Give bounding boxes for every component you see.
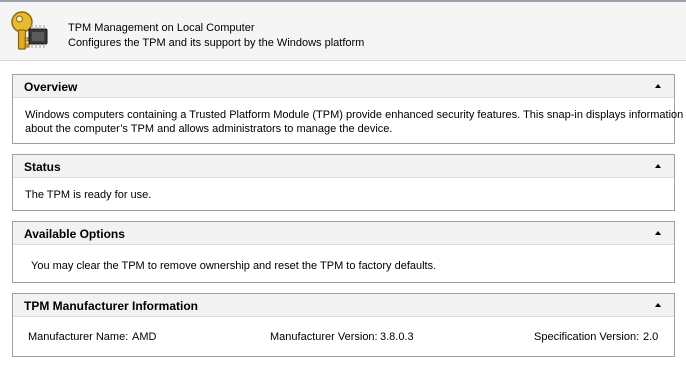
overview-section: Overview Windows computers containing a …: [12, 74, 683, 144]
snapin-header: TPM Management on Local Computer Configu…: [0, 2, 686, 61]
status-section-header[interactable]: Status: [13, 155, 674, 178]
manufacturer-version-value: 3.8.0.3: [380, 331, 414, 343]
manufacturer-info-collapse-button[interactable]: [651, 299, 665, 311]
overview-section-title: Overview: [24, 80, 78, 94]
manufacturer-info-section: TPM Manufacturer Information Manufacture…: [12, 293, 675, 357]
chevron-up-icon: [655, 303, 661, 307]
available-options-section-header[interactable]: Available Options: [13, 222, 674, 245]
manufacturer-name-label: Manufacturer Name:: [28, 331, 129, 343]
overview-collapse-button[interactable]: [651, 80, 665, 92]
available-options-collapse-button[interactable]: [651, 227, 665, 239]
status-collapse-button[interactable]: [651, 160, 665, 172]
specification-version-label: Specification Version:: [534, 331, 640, 343]
manufacturer-info-section-header[interactable]: TPM Manufacturer Information: [13, 294, 674, 317]
tpm-status-text: The TPM is ready for use.: [25, 189, 152, 201]
chevron-up-icon: [655, 164, 661, 168]
manufacturer-info-section-title: TPM Manufacturer Information: [24, 299, 199, 313]
status-section-title: Status: [24, 160, 61, 174]
overview-text-line-1: Windows computers containing a Trusted P…: [25, 109, 684, 121]
available-options-section-title: Available Options: [24, 227, 125, 241]
status-section: Status The TPM is ready for use.: [12, 154, 675, 211]
chevron-up-icon: [655, 231, 661, 235]
snapin-subtitle: Configures the TPM and its support by th…: [68, 37, 365, 49]
available-options-section: Available Options You may clear the TPM …: [12, 221, 675, 283]
tpm-key-chip-icon: [10, 9, 50, 51]
snapin-title: TPM Management on Local Computer: [68, 22, 255, 34]
overview-section-header[interactable]: Overview: [13, 75, 674, 98]
clear-tpm-option-text: You may clear the TPM to remove ownershi…: [31, 260, 437, 272]
specification-version-value: 2.0: [643, 331, 659, 343]
manufacturer-version-label: Manufacturer Version:: [270, 331, 378, 343]
overview-text-line-2: about the computer’s TPM and allows admi…: [25, 123, 393, 135]
chevron-up-icon: [655, 84, 661, 88]
manufacturer-name-value: AMD: [132, 331, 157, 343]
